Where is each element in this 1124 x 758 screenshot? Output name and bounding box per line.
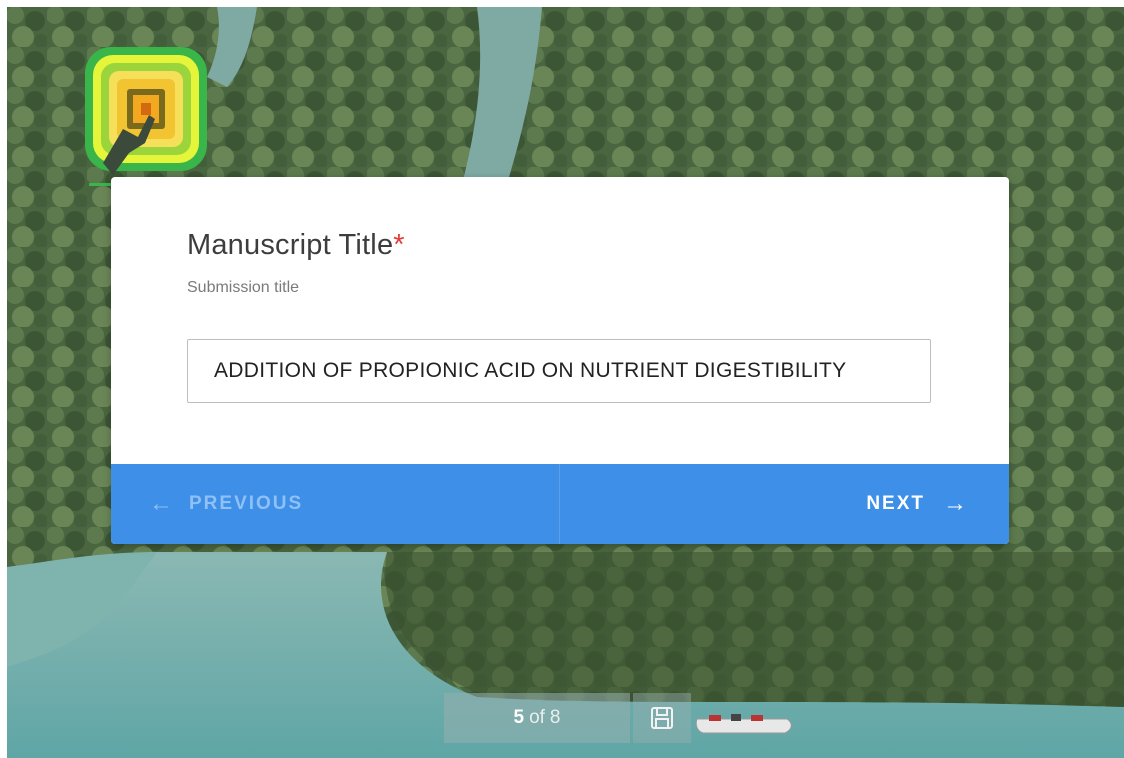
next-button[interactable]: NEXT → xyxy=(560,464,1010,544)
journal-logo xyxy=(85,47,207,186)
save-icon xyxy=(651,707,673,729)
question-subtitle: Submission title xyxy=(187,279,300,296)
progress-current: 5 xyxy=(513,707,525,728)
arrow-right-icon: → xyxy=(943,490,969,517)
previous-button[interactable]: ← PREVIOUS xyxy=(111,464,560,544)
arrow-left-icon: ← xyxy=(149,490,175,517)
question-title-text: Manuscript Title xyxy=(187,229,394,261)
required-marker: * xyxy=(393,229,405,261)
progress-total: 8 xyxy=(549,707,561,728)
question-title: Manuscript Title* xyxy=(187,229,405,262)
progress-of: of xyxy=(529,707,545,728)
navigation-bar: ← PREVIOUS NEXT → xyxy=(111,464,1009,544)
manuscript-title-input[interactable] xyxy=(187,339,931,403)
previous-label: PREVIOUS xyxy=(189,493,304,514)
next-label: NEXT xyxy=(866,493,925,514)
question-card: Manuscript Title* Submission title ← PRE… xyxy=(111,177,1009,544)
progress-indicator: 5 of 8 xyxy=(444,693,630,743)
save-button[interactable] xyxy=(633,693,691,743)
